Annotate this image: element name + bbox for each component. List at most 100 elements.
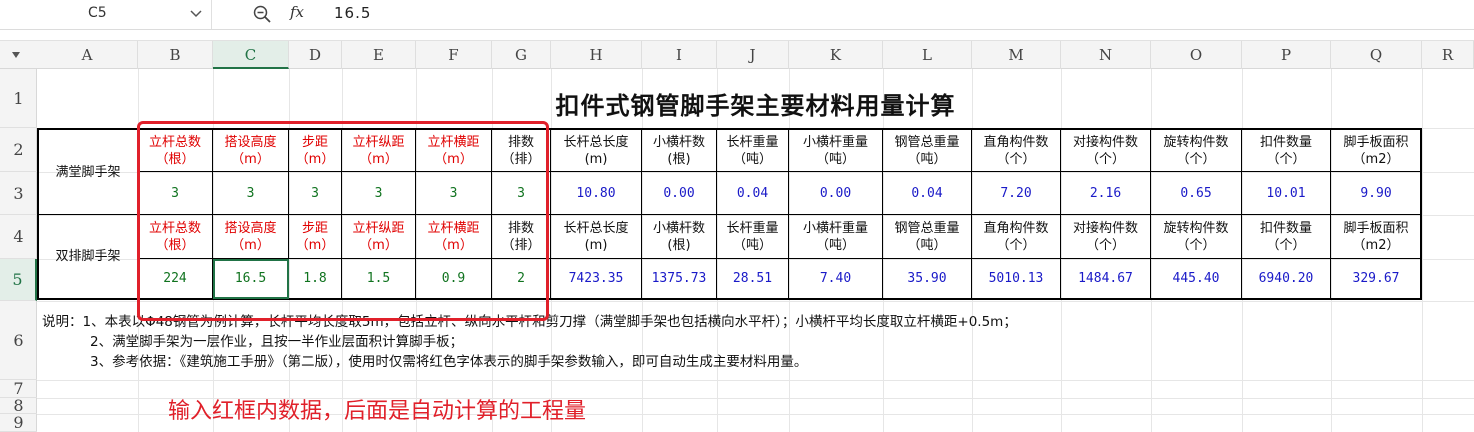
calculated-value-cell[interactable]: 445.40	[1151, 259, 1242, 299]
row-header-1[interactable]: 1	[0, 69, 37, 128]
column-title[interactable]: 立杆总数 （根）	[138, 215, 213, 259]
calculated-value-cell[interactable]: 329.67	[1331, 259, 1422, 299]
column-title[interactable]: 长杆重量 （吨）	[717, 130, 789, 172]
calculated-value-cell[interactable]: 1375.73	[642, 259, 717, 299]
column-header-j[interactable]: J	[717, 41, 789, 69]
note-line[interactable]: 说明：1、本表以Φ48钢管为例计算，长杆平均长度取5m，包括立杆、纵向水平杆和剪…	[42, 312, 1017, 332]
row-header-5[interactable]: 5	[0, 259, 37, 301]
input-value-cell[interactable]: 224	[138, 259, 213, 299]
section-label[interactable]: 双排脚手架	[39, 215, 138, 299]
column-header-o[interactable]: O	[1151, 41, 1242, 69]
input-value-cell[interactable]: 2	[492, 259, 551, 299]
column-title[interactable]: 旋转构件数 （个）	[1151, 215, 1242, 259]
calculated-value-cell[interactable]: 35.90	[883, 259, 972, 299]
column-header-r[interactable]: R	[1422, 41, 1474, 69]
row-header-6[interactable]: 6	[0, 301, 37, 380]
column-header-l[interactable]: L	[883, 41, 972, 69]
column-title[interactable]: 直角构件数 （个）	[972, 130, 1061, 172]
column-title[interactable]: 小横杆重量 （吨）	[789, 215, 883, 259]
input-value-cell[interactable]: 3	[213, 172, 289, 215]
calculated-value-cell[interactable]: 7423.35	[551, 259, 642, 299]
note-line[interactable]: 3、参考依据：《建筑施工手册》（第二版），使用时仅需将红色字体表示的脚手架参数输…	[42, 352, 1017, 372]
section-label[interactable]: 满堂脚手架	[39, 130, 138, 215]
calculated-value-cell[interactable]: 7.20	[972, 172, 1061, 215]
calculated-value-cell[interactable]: 0.00	[789, 172, 883, 215]
calculated-value-cell[interactable]: 28.51	[717, 259, 789, 299]
select-all-corner[interactable]	[12, 52, 20, 58]
input-value-cell[interactable]: 3	[492, 172, 551, 215]
column-title[interactable]: 长杆总长度 (m)	[551, 215, 642, 259]
calculated-value-cell[interactable]: 0.04	[717, 172, 789, 215]
column-title[interactable]: 小横杆重量 （吨）	[789, 130, 883, 172]
column-header-a[interactable]: A	[37, 41, 138, 69]
column-header-g[interactable]: G	[492, 41, 551, 69]
column-header-b[interactable]: B	[138, 41, 213, 69]
calculated-value-cell[interactable]: 9.90	[1331, 172, 1422, 215]
formula-input[interactable]: 16.5	[334, 4, 371, 22]
column-title[interactable]: 扣件数量 （个）	[1242, 215, 1331, 259]
column-title[interactable]: 排数 （排）	[492, 130, 551, 172]
column-header-h[interactable]: H	[551, 41, 642, 69]
column-title[interactable]: 长杆总长度 (m)	[551, 130, 642, 172]
column-title[interactable]: 立杆总数 （根）	[138, 130, 213, 172]
input-value-cell[interactable]: 3	[416, 172, 492, 215]
input-value-cell[interactable]: 1.5	[342, 259, 416, 299]
column-header-n[interactable]: N	[1061, 41, 1151, 69]
input-value-cell[interactable]: 1.8	[289, 259, 342, 299]
column-header-d[interactable]: D	[289, 41, 342, 69]
column-title[interactable]: 步距 （m）	[289, 215, 342, 259]
column-title[interactable]: 钢管总重量 （吨）	[883, 215, 972, 259]
column-title[interactable]: 搭设高度 （m）	[213, 215, 289, 259]
fx-icon[interactable]: fx	[290, 3, 304, 21]
calculated-value-cell[interactable]: 10.01	[1242, 172, 1331, 215]
column-title[interactable]: 搭设高度 （m）	[213, 130, 289, 172]
column-header-i[interactable]: I	[642, 41, 717, 69]
column-title[interactable]: 排数 （排）	[492, 215, 551, 259]
column-title[interactable]: 立杆横距 （m）	[416, 130, 492, 172]
calculated-value-cell[interactable]: 7.40	[789, 259, 883, 299]
column-title[interactable]: 脚手板面积 （m2）	[1331, 130, 1422, 172]
row-header-2[interactable]: 2	[0, 128, 37, 172]
row-header-4[interactable]: 4	[0, 215, 37, 259]
sheet-title[interactable]: 扣件式钢管脚手架主要材料用量计算	[37, 86, 1474, 121]
column-header-c[interactable]: C	[213, 41, 289, 69]
column-title[interactable]: 对接构件数 （个）	[1061, 215, 1151, 259]
column-title[interactable]: 旋转构件数 （个）	[1151, 130, 1242, 172]
input-value-cell[interactable]: 3	[138, 172, 213, 215]
column-header-q[interactable]: Q	[1331, 41, 1422, 69]
column-title[interactable]: 立杆纵距 （m）	[342, 215, 416, 259]
column-title[interactable]: 扣件数量 （个）	[1242, 130, 1331, 172]
column-header-m[interactable]: M	[972, 41, 1061, 69]
zoom-out-icon[interactable]	[252, 4, 272, 24]
calculated-value-cell[interactable]: 1484.67	[1061, 259, 1151, 299]
calculated-value-cell[interactable]: 0.65	[1151, 172, 1242, 215]
calculated-value-cell[interactable]: 6940.20	[1242, 259, 1331, 299]
calculated-value-cell[interactable]: 10.80	[551, 172, 642, 215]
column-title[interactable]: 立杆横距 （m）	[416, 215, 492, 259]
calculated-value-cell[interactable]: 5010.13	[972, 259, 1061, 299]
note-line[interactable]: 2、满堂脚手架为一层作业，且按一半作业层面积计算脚手板；	[42, 332, 1017, 352]
calculated-value-cell[interactable]: 0.04	[883, 172, 972, 215]
calculated-value-cell[interactable]: 0.00	[642, 172, 717, 215]
input-value-cell[interactable]: 16.5	[213, 259, 289, 299]
column-title[interactable]: 步距 （m）	[289, 130, 342, 172]
column-title[interactable]: 小横杆数 (根)	[642, 130, 717, 172]
row-header-8[interactable]: 8	[0, 398, 37, 414]
column-title[interactable]: 长杆重量 （吨）	[717, 215, 789, 259]
column-header-f[interactable]: F	[416, 41, 492, 69]
column-title[interactable]: 直角构件数 （个）	[972, 215, 1061, 259]
column-header-k[interactable]: K	[789, 41, 883, 69]
column-title[interactable]: 小横杆数 (根)	[642, 215, 717, 259]
chevron-down-icon[interactable]	[189, 6, 203, 20]
column-title[interactable]: 立杆纵距 （m）	[342, 130, 416, 172]
calculated-value-cell[interactable]: 2.16	[1061, 172, 1151, 215]
input-value-cell[interactable]: 0.9	[416, 259, 492, 299]
row-header-3[interactable]: 3	[0, 172, 37, 215]
column-header-e[interactable]: E	[342, 41, 416, 69]
input-value-cell[interactable]: 3	[342, 172, 416, 215]
row-header-9[interactable]: 9	[0, 414, 37, 432]
column-title[interactable]: 钢管总重量 （吨）	[883, 130, 972, 172]
column-header-p[interactable]: P	[1242, 41, 1331, 69]
name-box[interactable]: C5	[0, 0, 212, 29]
column-title[interactable]: 脚手板面积 （m2）	[1331, 215, 1422, 259]
